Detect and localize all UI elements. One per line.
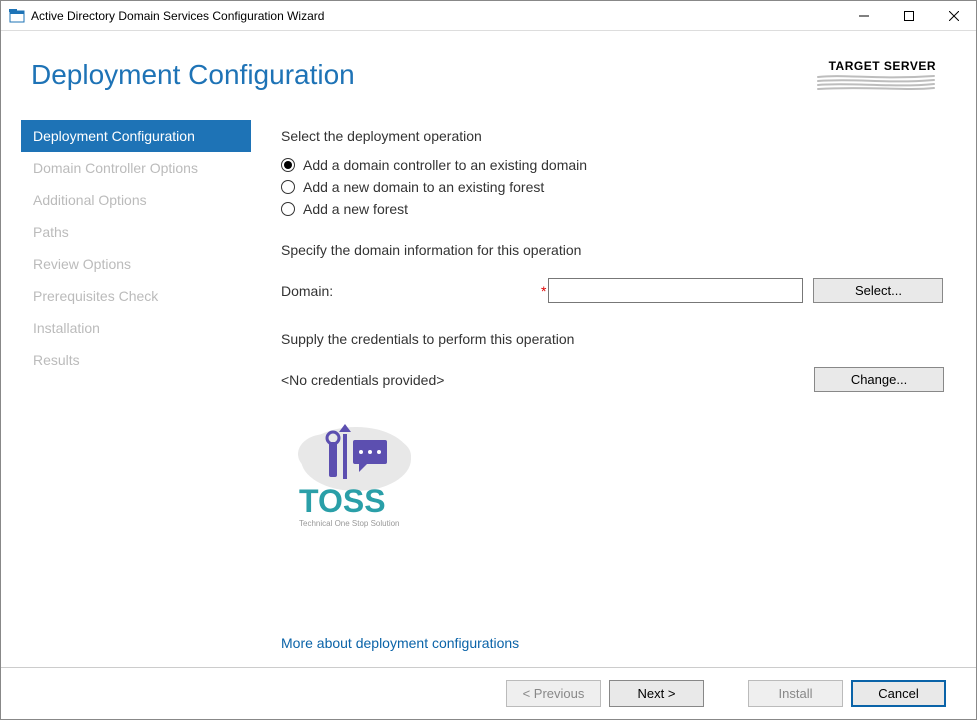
wizard-footer: < Previous Next > Install Cancel	[1, 667, 976, 719]
more-about-link[interactable]: More about deployment configurations	[281, 635, 944, 651]
window-controls	[841, 1, 976, 30]
target-server-label: TARGET SERVER	[816, 59, 936, 73]
step-results: Results	[21, 344, 251, 376]
watermark-logo: TOSS Technical One Stop Solution	[281, 414, 944, 534]
wizard-content: Select the deployment operation Add a do…	[251, 110, 946, 667]
window-title: Active Directory Domain Services Configu…	[31, 9, 841, 23]
deployment-operation-radios: Add a domain controller to an existing d…	[281, 154, 944, 220]
maximize-icon	[904, 11, 914, 21]
step-review-options: Review Options	[21, 248, 251, 280]
minimize-button[interactable]	[841, 1, 886, 30]
domain-label: Domain:	[281, 283, 541, 299]
app-icon	[9, 8, 25, 24]
svg-text:TOSS: TOSS	[299, 483, 386, 519]
wizard-body: Deployment Configuration Domain Controll…	[1, 110, 976, 667]
svg-text:Technical One Stop Solution: Technical One Stop Solution	[299, 519, 400, 528]
step-installation: Installation	[21, 312, 251, 344]
wizard-steps: Deployment Configuration Domain Controll…	[21, 110, 251, 667]
cancel-button[interactable]: Cancel	[851, 680, 946, 707]
radio-add-dc-existing-domain[interactable]: Add a domain controller to an existing d…	[281, 154, 944, 176]
supply-credentials-label: Supply the credentials to perform this o…	[281, 331, 944, 347]
credentials-row: <No credentials provided> Change...	[281, 367, 944, 392]
credentials-text: <No credentials provided>	[281, 372, 814, 388]
step-prerequisites-check: Prerequisites Check	[21, 280, 251, 312]
minimize-icon	[859, 11, 869, 21]
radio-label: Add a domain controller to an existing d…	[303, 157, 587, 173]
target-server-redacted	[816, 73, 936, 91]
select-operation-label: Select the deployment operation	[281, 128, 944, 144]
select-domain-button[interactable]: Select...	[813, 278, 943, 303]
step-additional-options: Additional Options	[21, 184, 251, 216]
maximize-button[interactable]	[886, 1, 931, 30]
header: Deployment Configuration TARGET SERVER	[1, 31, 976, 110]
step-deployment-configuration[interactable]: Deployment Configuration	[21, 120, 251, 152]
radio-add-new-forest[interactable]: Add a new forest	[281, 198, 944, 220]
radio-icon	[281, 202, 295, 216]
titlebar: Active Directory Domain Services Configu…	[1, 1, 976, 31]
radio-add-domain-existing-forest[interactable]: Add a new domain to an existing forest	[281, 176, 944, 198]
toss-logo-icon: TOSS Technical One Stop Solution	[281, 414, 431, 534]
install-button: Install	[748, 680, 843, 707]
radio-icon	[281, 180, 295, 194]
previous-button: < Previous	[506, 680, 601, 707]
target-server-box: TARGET SERVER	[816, 59, 936, 96]
radio-label: Add a new domain to an existing forest	[303, 179, 544, 195]
wizard-window: Active Directory Domain Services Configu…	[0, 0, 977, 720]
domain-input[interactable]	[548, 278, 803, 303]
close-button[interactable]	[931, 1, 976, 30]
next-button[interactable]: Next >	[609, 680, 704, 707]
domain-row: Domain: * Select...	[281, 278, 944, 303]
close-icon	[949, 11, 959, 21]
step-domain-controller-options: Domain Controller Options	[21, 152, 251, 184]
radio-label: Add a new forest	[303, 201, 408, 217]
step-paths: Paths	[21, 216, 251, 248]
specify-domain-label: Specify the domain information for this …	[281, 242, 944, 258]
radio-icon	[281, 158, 295, 172]
page-title: Deployment Configuration	[31, 59, 816, 91]
change-credentials-button[interactable]: Change...	[814, 367, 944, 392]
required-asterisk: *	[541, 283, 546, 299]
